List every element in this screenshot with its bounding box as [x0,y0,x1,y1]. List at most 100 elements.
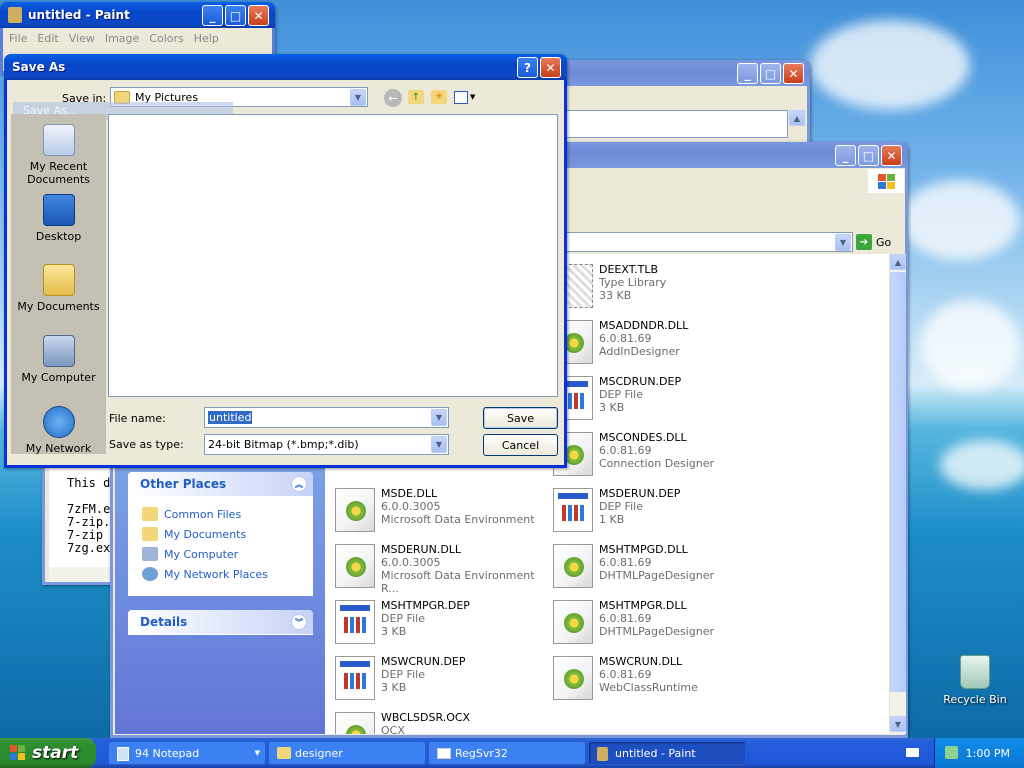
view-menu-button[interactable]: ▼ [454,88,480,106]
file-name: WBCLSDSR.OCX [381,711,471,724]
paint-menu-image[interactable]: Image [105,32,139,45]
file-detail: 1 KB [599,513,625,526]
file-item-text: MSHTMPGR.DLL 6.0.81.69 DHTMLPageDesigner [599,599,714,638]
regsvr-scroll-up[interactable]: ▲ [789,110,805,126]
place-link-my-network-places[interactable]: My Network Places [128,564,313,584]
file-list-scrollbar[interactable]: ▲ ▼ [889,254,906,734]
recycle-bin[interactable]: Recycle Bin [940,655,1010,706]
new-folder-button[interactable]: ✳ [430,88,448,106]
file-item[interactable]: MSADDNDR.DLL 6.0.81.69 AddInDesigner [553,316,763,368]
place-my-documents[interactable]: My Documents [11,264,106,313]
back-button[interactable]: ← [384,89,402,107]
file-name-value: untitled [208,411,253,424]
file-item-text: MSWCRUN.DEP DEP File 3 KB [381,655,466,694]
address-bar[interactable]: ▼ [563,232,853,252]
other-places-header[interactable]: Other Places ︽ [128,472,313,496]
place-desktop[interactable]: Desktop [11,194,106,243]
explorer-close-button[interactable]: ✕ [881,145,902,166]
expand-chevron-icon[interactable]: ︾ [291,614,307,630]
place-my-recent-documents[interactable]: My Recent Documents [11,124,106,186]
file-detail: 3 KB [381,681,407,694]
scroll-thumb[interactable] [890,272,906,692]
view-menu-icon [454,90,468,104]
place-link-my-documents[interactable]: My Documents [128,524,313,544]
file-name-dropdown-button[interactable]: ▼ [431,409,447,426]
file-type: 6.0.0.3005 [381,500,441,513]
file-item[interactable]: MSHTMPGD.DLL 6.0.81.69 DHTMLPageDesigner [553,540,763,592]
help-button[interactable]: ? [517,57,538,78]
save-in-dropdown-button[interactable]: ▼ [350,89,366,106]
place-link-my-computer[interactable]: My Computer [128,544,313,564]
file-item[interactable]: DEEXT.TLB Type Library 33 KB [553,260,763,312]
file-type: 6.0.0.3005 [381,556,441,569]
file-item[interactable]: MSCONDES.DLL 6.0.81.69 Connection Designer [553,428,763,480]
file-name: MSDERUN.DEP [599,487,681,500]
paint-menu-file[interactable]: File [9,32,27,45]
clock[interactable]: 1:00 PM [966,747,1010,760]
file-item[interactable]: MSDE.DLL 6.0.0.3005 Microsoft Data Environ… [335,484,545,536]
file-item[interactable]: MSDERUN.DLL 6.0.0.3005 Microsoft Data Envi… [335,540,545,595]
file-type: 6.0.81.69 [599,444,652,457]
paint-menu-view[interactable]: View [69,32,95,45]
paint-close-button[interactable]: ✕ [248,5,269,26]
regsvr-close-button[interactable]: ✕ [783,63,804,84]
file-type: 6.0.81.69 [599,612,652,625]
regsvr-minimize-button[interactable]: _ [737,63,758,84]
taskbar-item-notepad[interactable]: 94 Notepad ▼ [108,741,266,765]
taskbar-item-designer[interactable]: designer [268,741,426,765]
details-header[interactable]: Details ︾ [128,610,313,634]
place-my-network[interactable]: My Network [11,406,106,455]
save-as-dialog[interactable]: Save As ? ✕ Save in: My Pictures ▼ ← ↑ ✳… [4,54,567,468]
save-type-select[interactable]: 24-bit Bitmap (*.bmp;*.dib) ▼ [204,434,449,455]
regsvr-maximize-button[interactable]: □ [760,63,781,84]
taskbar-item-paint[interactable]: untitled - Paint [588,741,746,765]
up-folder-button[interactable]: ↑ [407,88,425,106]
file-item[interactable]: MSHTMPGR.DLL 6.0.81.69 DHTMLPageDesigner [553,596,763,648]
file-name-input[interactable]: untitled ▼ [204,407,449,428]
file-item[interactable]: MSCDRUN.DEP DEP File 3 KB [553,372,763,424]
explorer-task-pane: Other Places ︽ Common Files My Documents… [115,460,325,734]
keyboard-icon[interactable] [906,748,919,757]
scroll-up-arrow[interactable]: ▲ [890,254,906,270]
file-item-text: MSWCRUN.DLL 6.0.81.69 WebClassRuntime [599,655,698,694]
my-documents-folder-icon [42,264,75,296]
go-button[interactable]: ➔ Go [856,232,896,252]
start-button[interactable]: start [0,738,96,768]
go-label: Go [876,235,892,249]
file-item[interactable]: MSHTMPGR.DEP DEP File 3 KB [335,596,545,648]
paint-menu-colors[interactable]: Colors [149,32,183,45]
file-item[interactable]: MSWCRUN.DLL 6.0.81.69 WebClassRuntime [553,652,763,704]
file-item[interactable]: WBCLSDSR.OCX OCX [335,708,545,734]
file-item[interactable]: MSWCRUN.DEP DEP File 3 KB [335,652,545,704]
cancel-button-label: Cancel [501,438,540,452]
taskbar-item-label: designer [295,746,343,760]
taskbar-item-regsvr32[interactable]: RegSvr32 [428,741,586,765]
file-detail: 3 KB [381,625,407,638]
paint-menu-help[interactable]: Help [194,32,219,45]
save-as-close-button[interactable]: ✕ [540,57,561,78]
network-tray-icon[interactable] [945,746,958,759]
save-as-titlebar[interactable]: Save As [4,54,567,80]
file-name: MSDE.DLL [381,487,438,500]
save-type-dropdown-button[interactable]: ▼ [431,436,447,453]
notepad-hscroll[interactable] [49,567,119,582]
file-type: DEP File [381,668,425,681]
paint-minimize-button[interactable]: _ [202,5,223,26]
address-dropdown-button[interactable]: ▼ [835,234,851,251]
save-type-value: 24-bit Bitmap (*.bmp;*.dib) [208,438,359,451]
file-item[interactable]: MSDERUN.DEP DEP File 1 KB [553,484,763,536]
recycle-bin-icon [960,655,990,689]
paint-maximize-button[interactable]: □ [225,5,246,26]
save-as-file-browser[interactable] [108,114,558,397]
place-link-common-files[interactable]: Common Files [128,504,313,524]
collapse-chevron-icon[interactable]: ︽ [291,476,307,492]
cancel-button[interactable]: Cancel [483,434,558,456]
paint-menu-edit[interactable]: Edit [37,32,58,45]
file-type: 6.0.81.69 [599,332,652,345]
explorer-minimize-button[interactable]: _ [835,145,856,166]
scroll-down-arrow[interactable]: ▼ [890,716,906,732]
save-button[interactable]: Save [483,407,558,429]
place-my-computer[interactable]: My Computer [11,335,106,384]
explorer-maximize-button[interactable]: □ [858,145,879,166]
file-detail: DHTMLPageDesigner [599,569,714,582]
